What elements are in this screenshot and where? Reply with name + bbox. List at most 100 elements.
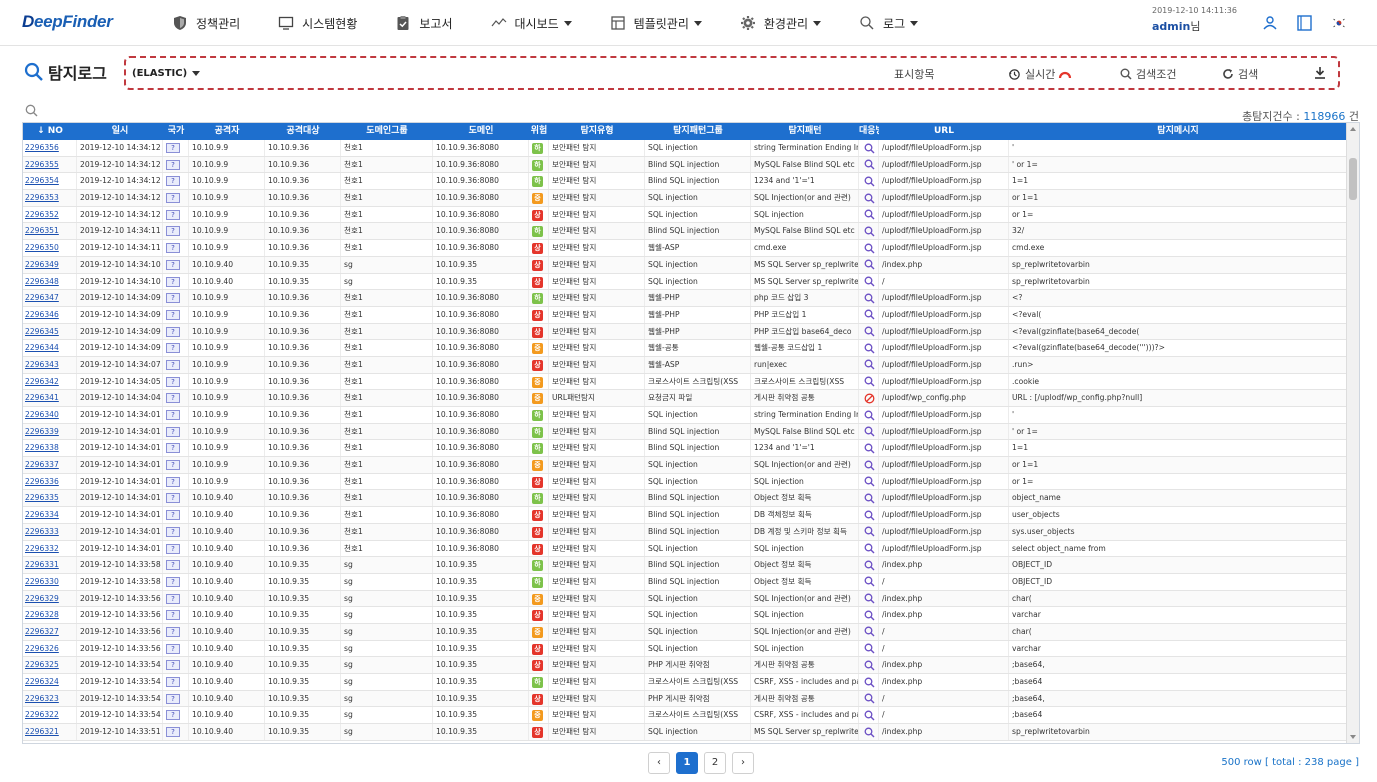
cell-no[interactable]: 2296353 — [23, 190, 77, 206]
page-2-button[interactable]: 2 — [704, 752, 726, 774]
column-header[interactable]: ↓ NO — [23, 123, 77, 140]
table-row[interactable]: 2296333 2019-12-10 14:34:01? 10.10.9.40 10.… — [23, 523, 1347, 541]
table-row[interactable]: 2296322 2019-12-10 14:33:54? 10.10.9.40 10.… — [23, 707, 1347, 725]
table-row[interactable]: 2296355 2019-12-10 14:34:12? 10.10.9.9 10.1… — [23, 156, 1347, 174]
cell-no[interactable]: 2296347 — [23, 290, 77, 306]
nav-item-7[interactable]: 로그 — [859, 15, 919, 32]
detect-icon[interactable] — [862, 641, 876, 657]
detect-icon[interactable] — [862, 657, 876, 673]
prev-page-button[interactable]: ‹ — [648, 752, 670, 774]
scroll-thumb[interactable] — [1349, 158, 1357, 200]
table-row[interactable]: 2296349 2019-12-10 14:34:10? 10.10.9.40 10.… — [23, 256, 1347, 274]
detect-icon[interactable] — [862, 157, 876, 173]
table-row[interactable]: 2296343 2019-12-10 14:34:07? 10.10.9.9 10.1… — [23, 356, 1347, 374]
detect-icon[interactable] — [862, 490, 876, 506]
table-row[interactable]: 2296344 2019-12-10 14:34:09? 10.10.9.9 10.1… — [23, 340, 1347, 357]
detect-icon[interactable] — [862, 457, 876, 473]
detect-icon[interactable] — [862, 257, 876, 273]
column-header[interactable]: 일시 — [77, 123, 163, 140]
detect-icon[interactable] — [862, 624, 876, 640]
cell-no[interactable]: 2296354 — [23, 173, 77, 190]
cell-no[interactable]: 2296321 — [23, 724, 77, 740]
table-row[interactable]: 2296353 2019-12-10 14:34:12? 10.10.9.9 10.1… — [23, 190, 1347, 207]
table-row[interactable]: 2296337 2019-12-10 14:34:01? 10.10.9.9 10.1… — [23, 457, 1347, 474]
table-row[interactable]: 2296326 2019-12-10 14:33:56? 10.10.9.40 10.… — [23, 640, 1347, 658]
table-row[interactable]: 2296347 2019-12-10 14:34:09? 10.10.9.9 10.1… — [23, 290, 1347, 307]
cell-no[interactable]: 2296343 — [23, 356, 77, 373]
table-row[interactable]: 2296332 2019-12-10 14:34:01? 10.10.9.40 10.… — [23, 540, 1347, 558]
cell-no[interactable]: 2296327 — [23, 623, 77, 640]
table-row[interactable]: 2296335 2019-12-10 14:34:01? 10.10.9.40 10.… — [23, 490, 1347, 508]
cell-no[interactable]: 2296329 — [23, 590, 77, 607]
column-header[interactable]: 탐지패턴 — [751, 123, 859, 140]
download-button[interactable] — [1314, 66, 1330, 79]
table-row[interactable]: 2296329 2019-12-10 14:33:56? 10.10.9.40 10.… — [23, 590, 1347, 608]
detect-icon[interactable] — [862, 374, 876, 390]
column-header[interactable]: 도메인 — [433, 123, 529, 140]
nav-item-2[interactable]: 시스템현황 — [278, 15, 357, 32]
column-header[interactable]: 탐지메시지 — [1009, 123, 1347, 140]
cell-no[interactable]: 2296332 — [23, 540, 77, 557]
table-row[interactable]: 2296339 2019-12-10 14:34:01? 10.10.9.9 10.1… — [23, 423, 1347, 441]
app-logo[interactable]: DeepFinder — [22, 12, 113, 32]
nav-item-3[interactable]: 보고서 — [395, 15, 453, 32]
detect-icon[interactable] — [862, 557, 876, 573]
detect-icon[interactable] — [862, 674, 876, 690]
detect-icon[interactable] — [862, 340, 876, 356]
table-row[interactable]: 2296354 2019-12-10 14:34:12? 10.10.9.9 10.1… — [23, 173, 1347, 191]
cell-no[interactable]: 2296355 — [23, 156, 77, 173]
search-conditions-button[interactable]: 검색조건 — [1120, 66, 1176, 82]
table-row[interactable]: 2296351 2019-12-10 14:34:11? 10.10.9.9 10.1… — [23, 223, 1347, 241]
next-page-button[interactable]: › — [732, 752, 754, 774]
blocked-icon[interactable] — [862, 390, 876, 406]
table-row[interactable]: 2296321 2019-12-10 14:33:51? 10.10.9.40 10.… — [23, 724, 1347, 741]
table-row[interactable]: 2296334 2019-12-10 14:34:01? 10.10.9.40 10.… — [23, 507, 1347, 524]
cell-no[interactable]: 2296325 — [23, 657, 77, 673]
table-row[interactable]: 2296323 2019-12-10 14:33:54? 10.10.9.40 10.… — [23, 690, 1347, 708]
nav-item-5[interactable]: 템플릿관리 — [610, 15, 702, 32]
detect-icon[interactable] — [862, 190, 876, 206]
scroll-down-icon[interactable] — [1350, 735, 1356, 739]
detect-icon[interactable] — [862, 223, 876, 239]
cell-no[interactable]: 2296346 — [23, 306, 77, 323]
table-row[interactable]: 2296325 2019-12-10 14:33:54? 10.10.9.40 10.… — [23, 657, 1347, 674]
detect-icon[interactable] — [862, 357, 876, 373]
column-header[interactable]: 국가 — [163, 123, 189, 140]
detect-icon[interactable] — [862, 724, 876, 740]
detect-icon[interactable] — [862, 574, 876, 590]
cell-no[interactable]: 2296351 — [23, 223, 77, 240]
cell-no[interactable]: 2296356 — [23, 140, 77, 156]
table-row[interactable]: 2296338 2019-12-10 14:34:01? 10.10.9.9 10.1… — [23, 440, 1347, 458]
table-row[interactable]: 2296348 2019-12-10 14:34:10? 10.10.9.40 10.… — [23, 273, 1347, 291]
nav-item-6[interactable]: 환경관리 — [740, 15, 822, 32]
cell-no[interactable]: 2296331 — [23, 557, 77, 573]
column-header[interactable]: 탐지패턴그룹 — [645, 123, 751, 140]
detect-icon[interactable] — [862, 407, 876, 423]
cell-no[interactable]: 2296338 — [23, 440, 77, 457]
detect-icon[interactable] — [862, 474, 876, 490]
detect-icon[interactable] — [862, 607, 876, 623]
detect-icon[interactable] — [862, 707, 876, 723]
detect-icon[interactable] — [862, 207, 876, 223]
table-row[interactable]: 2296356 2019-12-10 14:34:12? 10.10.9.9 10.1… — [23, 140, 1347, 157]
cell-no[interactable]: 2296352 — [23, 206, 77, 223]
realtime-button[interactable]: 실시간 — [1008, 66, 1076, 82]
table-row[interactable]: 2296345 2019-12-10 14:34:09? 10.10.9.9 10.1… — [23, 323, 1347, 341]
column-header[interactable]: 대응방법 — [859, 123, 879, 140]
vertical-scrollbar[interactable] — [1346, 123, 1359, 743]
detect-icon[interactable] — [862, 324, 876, 340]
table-row[interactable]: 2296350 2019-12-10 14:34:11? 10.10.9.9 10.1… — [23, 240, 1347, 257]
display-items-button[interactable]: 표시항목 — [894, 66, 934, 82]
table-row[interactable]: 2296346 2019-12-10 14:34:09? 10.10.9.9 10.1… — [23, 306, 1347, 324]
cell-no[interactable]: 2296339 — [23, 423, 77, 440]
cell-no[interactable]: 2296336 — [23, 473, 77, 490]
table-row[interactable]: 2296324 2019-12-10 14:33:54? 10.10.9.40 10.… — [23, 674, 1347, 691]
cell-no[interactable]: 2296333 — [23, 523, 77, 540]
cell-no[interactable]: 2296342 — [23, 373, 77, 390]
source-select[interactable]: (ELASTIC) — [132, 68, 201, 79]
column-header[interactable]: 공격대상 — [265, 123, 341, 140]
cell-no[interactable]: 2296344 — [23, 340, 77, 356]
cell-no[interactable]: 2296334 — [23, 507, 77, 523]
detect-icon[interactable] — [862, 507, 876, 523]
nav-item-4[interactable]: 대시보드 — [491, 15, 572, 32]
